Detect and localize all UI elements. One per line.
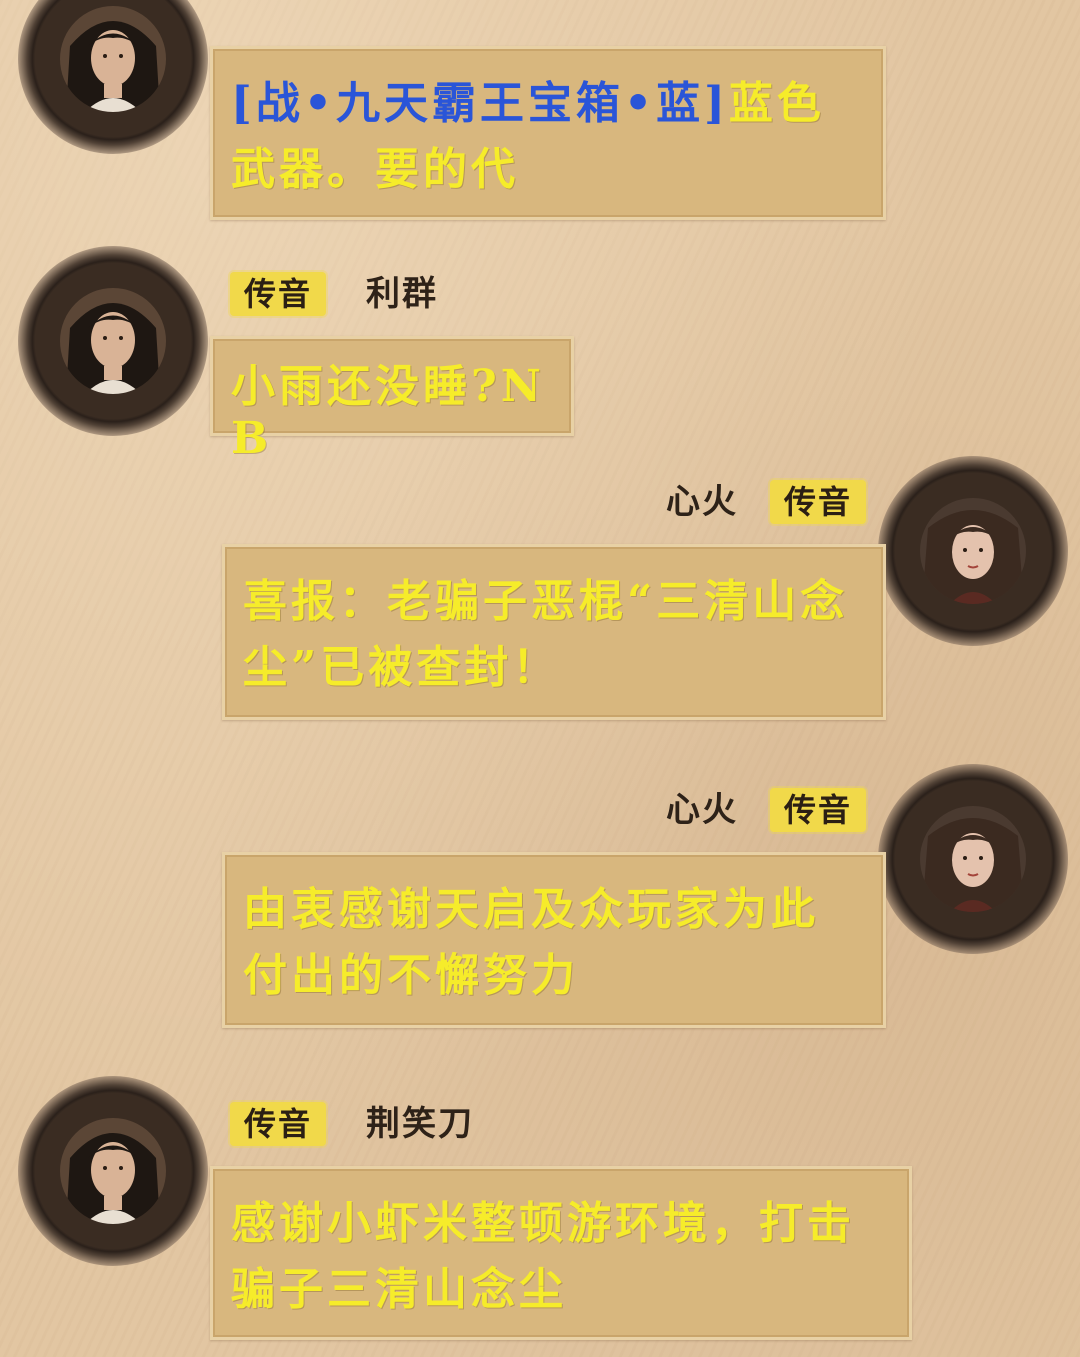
message-text: 由衷感谢天启及众玩家为此付出的不懈努力 [243,884,819,1001]
message-bubble: 由衷感谢天启及众玩家为此付出的不懈努力 [222,852,886,1028]
whisper-tag: 传音 [770,788,867,832]
sender-name[interactable]: 荆笑刀 [366,1102,474,1146]
whisper-tag: 传音 [230,272,327,316]
avatar-female[interactable] [878,764,1068,954]
sender-name[interactable]: 心火 [666,480,738,524]
message-text: 喜报：老骗子恶棍“三清山念尘”已被查封！ [243,576,849,693]
sender-name[interactable]: 利群 [366,272,438,316]
message-bubble: [战•九天霸王宝箱•蓝]蓝色武器。要的代 [210,46,886,220]
male-avatar-icon [60,1118,166,1224]
item-link[interactable]: [战•九天霸王宝箱•蓝] [231,78,729,129]
avatar-female[interactable] [878,456,1068,646]
message-bubble: 喜报：老骗子恶棍“三清山念尘”已被查封！ [222,544,886,720]
avatar-male[interactable] [18,1076,208,1266]
female-avatar-icon [920,498,1026,604]
message-text: 感谢小虾米整顿游环境，打击骗子三清山念尘 [231,1198,855,1315]
male-avatar-icon [60,288,166,394]
message-bubble: 感谢小虾米整顿游环境，打击骗子三清山念尘 [210,1166,912,1340]
whisper-tag: 传音 [770,480,867,524]
male-avatar-icon [60,6,166,112]
avatar-male[interactable] [18,246,208,436]
female-avatar-icon [920,806,1026,912]
whisper-tag: 传音 [230,1102,327,1146]
sender-name[interactable]: 心火 [666,788,738,832]
message-bubble: 小雨还没睡?NB [210,336,574,464]
